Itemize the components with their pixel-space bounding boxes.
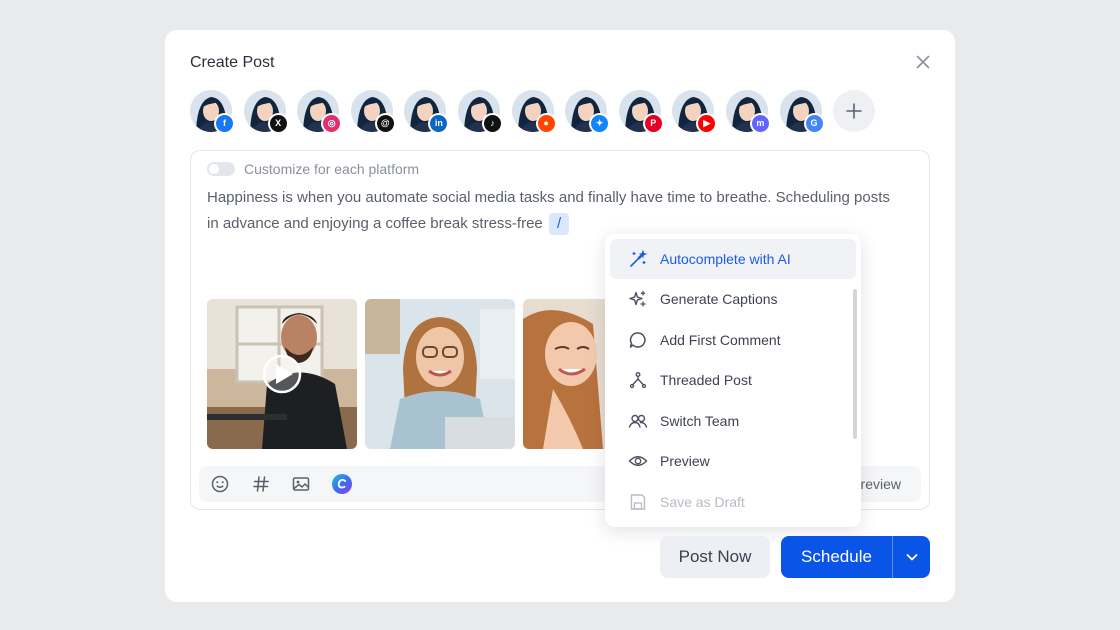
hashtag-button[interactable]	[250, 473, 272, 495]
close-button[interactable]	[911, 50, 935, 74]
slash-command-chip: /	[548, 213, 570, 235]
canva-button[interactable]	[331, 473, 353, 495]
account-tiktok[interactable]: ♪	[457, 90, 503, 134]
sparkles-icon	[628, 289, 648, 309]
facebook-icon: f	[214, 113, 235, 134]
close-icon	[916, 55, 930, 69]
account-threads[interactable]: @	[350, 90, 396, 134]
customize-label: Customize for each platform	[244, 161, 420, 177]
schedule-options-button[interactable]	[892, 536, 930, 578]
modal-title: Create Post	[190, 54, 275, 71]
x-icon: X	[267, 113, 289, 134]
customize-toggle-row[interactable]: Customize for each platform	[207, 161, 419, 177]
menu-item-add-first-comment[interactable]: Add First Comment	[610, 320, 856, 360]
mastodon-icon: m	[749, 113, 771, 134]
account-reddit[interactable]: ●	[511, 90, 557, 134]
menu-item-label: Preview	[660, 453, 710, 469]
post-now-button[interactable]: Post Now	[660, 536, 770, 578]
preview-button-partial[interactable]: review	[861, 476, 901, 492]
account-x[interactable]: X	[243, 90, 289, 134]
google-business-icon: G	[803, 113, 825, 134]
canva-icon	[332, 474, 352, 494]
pinterest-icon: P	[642, 113, 664, 134]
linkedin-icon: in	[428, 113, 450, 134]
image-icon	[292, 477, 310, 491]
team-icon	[628, 411, 648, 431]
menu-item-label: Switch Team	[660, 413, 740, 429]
account-linkedin[interactable]: in	[404, 90, 450, 134]
magic-wand-icon	[628, 249, 648, 269]
tiktok-icon: ♪	[481, 113, 503, 134]
reddit-icon: ●	[535, 113, 557, 134]
bluesky-icon: ✦	[589, 113, 611, 134]
menu-item-label: Autocomplete with AI	[660, 251, 791, 267]
menu-item-switch-team[interactable]: Switch Team	[610, 401, 856, 441]
threads-icon: @	[374, 113, 396, 134]
account-mastodon[interactable]: m	[725, 90, 771, 134]
chevron-down-icon	[906, 554, 917, 561]
youtube-icon: ▶	[696, 113, 718, 134]
emoji-icon	[211, 475, 229, 493]
media-thumb-video[interactable]	[207, 299, 357, 449]
customize-toggle[interactable]	[207, 162, 235, 176]
image-button[interactable]	[290, 473, 312, 495]
account-google-business[interactable]: G	[779, 90, 825, 134]
instagram-icon: ◎	[321, 113, 343, 134]
menu-item-label: Add First Comment	[660, 332, 781, 348]
account-instagram[interactable]: ◎	[297, 90, 343, 134]
thread-icon	[628, 370, 648, 390]
slash-command-menu: Autocomplete with AI Generate Captions A…	[605, 234, 861, 527]
account-facebook[interactable]: f	[190, 90, 235, 134]
media-thumb-image-2[interactable]	[365, 299, 515, 449]
hashtag-icon	[253, 476, 269, 492]
add-account-button[interactable]	[833, 90, 876, 132]
menu-item-label: Save as Draft	[660, 494, 745, 510]
eye-icon	[628, 451, 648, 471]
menu-item-generate-captions[interactable]: Generate Captions	[610, 279, 856, 319]
schedule-button[interactable]: Schedule	[781, 536, 892, 578]
post-text-area[interactable]: Happiness is when you automate social me…	[207, 185, 897, 237]
account-selector: f X ◎ @ in ♪ ● ✦ P ▶ m G	[190, 90, 876, 134]
account-pinterest[interactable]: P	[618, 90, 664, 134]
menu-item-threaded-post[interactable]: Threaded Post	[610, 360, 856, 400]
account-youtube[interactable]: ▶	[672, 90, 718, 134]
menu-scrollbar[interactable]	[853, 289, 857, 439]
save-icon	[628, 492, 648, 512]
menu-item-preview[interactable]: Preview	[610, 441, 856, 481]
menu-item-label: Generate Captions	[660, 291, 778, 307]
menu-item-save-as-draft[interactable]: Save as Draft	[610, 482, 856, 522]
menu-item-label: Threaded Post	[660, 372, 752, 388]
account-bluesky[interactable]: ✦	[565, 90, 611, 134]
emoji-button[interactable]	[209, 473, 231, 495]
menu-item-autocomplete-ai[interactable]: Autocomplete with AI	[610, 239, 856, 279]
comment-icon	[628, 330, 648, 350]
plus-icon	[846, 103, 862, 119]
